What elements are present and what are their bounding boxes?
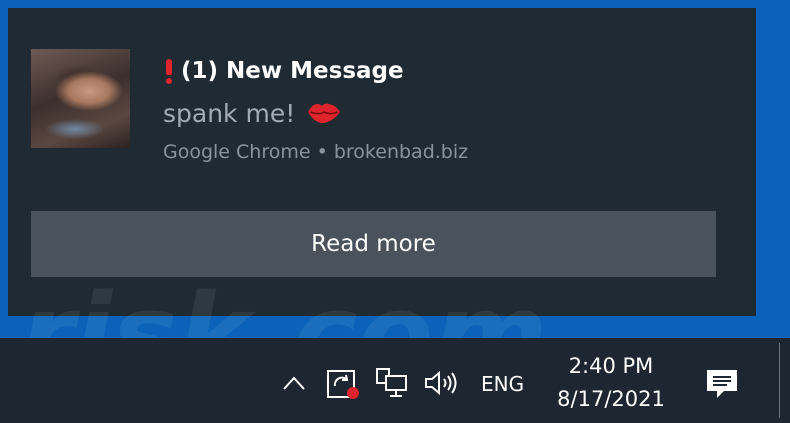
show-desktop-divider[interactable] [779, 343, 780, 418]
network-icon[interactable] [376, 368, 408, 398]
notification-body-row: spank me! [163, 96, 341, 130]
sync-icon[interactable] [326, 368, 360, 400]
exclamation-icon [163, 57, 175, 85]
notification-title-row: (1) New Message [163, 56, 404, 86]
notification-attribution: Google Chrome • brokenbad.biz [163, 141, 469, 163]
notification-image [31, 49, 130, 148]
clock[interactable]: 2:40 PM 8/17/2021 [545, 350, 677, 416]
kiss-lips-icon [308, 103, 341, 123]
notification-title: (1) New Message [181, 58, 404, 84]
volume-icon[interactable] [424, 370, 460, 396]
read-more-button[interactable]: Read more [31, 211, 716, 277]
clock-date: 8/17/2021 [557, 387, 665, 411]
clock-time: 2:40 PM [568, 354, 654, 378]
language-indicator[interactable]: ENG [481, 372, 524, 396]
chevron-up-icon[interactable] [282, 371, 306, 395]
action-center-icon[interactable] [705, 367, 739, 401]
notification-body: spank me! [163, 98, 296, 128]
